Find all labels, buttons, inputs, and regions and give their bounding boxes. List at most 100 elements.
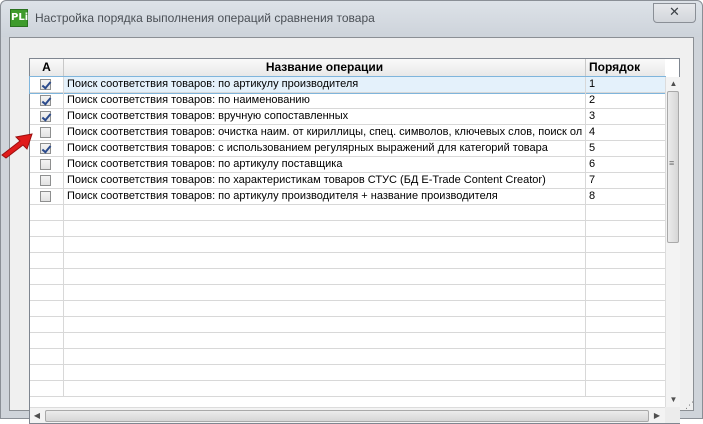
table-row[interactable]: Поиск соответствия товаров: вручную сопо… [30,109,665,125]
window-title: Настройка порядка выполнения операций ср… [35,11,375,25]
horizontal-scroll-thumb[interactable] [45,410,649,422]
empty-table-row[interactable] [30,269,665,285]
order-cell[interactable]: 5 [586,141,665,156]
order-cell[interactable] [586,237,665,252]
row-active-checkbox[interactable] [40,127,51,138]
horizontal-scrollbar[interactable]: ◀ ▶ [30,407,665,423]
active-cell [30,157,64,172]
active-cell [30,301,64,316]
thumb-grip-icon: ≡ [669,158,675,168]
table-row[interactable]: Поиск соответствия товаров: по артикулу … [30,157,665,173]
operation-name-cell[interactable] [64,349,586,364]
operation-name-cell[interactable] [64,365,586,380]
active-cell [30,173,64,188]
dialog-window: PLi Настройка порядка выполнения операци… [0,0,703,424]
order-cell[interactable]: 3 [586,109,665,124]
empty-table-row[interactable] [30,317,665,333]
table-row[interactable]: Поиск соответствия товаров: с использова… [30,141,665,157]
operation-name-cell[interactable]: Поиск соответствия товаров: по характери… [64,173,586,188]
scroll-up-icon[interactable]: ▲ [666,77,681,91]
order-cell[interactable] [586,317,665,332]
order-cell[interactable]: 4 [586,125,665,140]
empty-table-row[interactable] [30,301,665,317]
operation-name-cell[interactable]: Поиск соответствия товаров: с использова… [64,141,586,156]
row-active-checkbox[interactable] [40,111,51,122]
active-cell [30,205,64,220]
column-header-order[interactable]: Порядок [586,59,665,77]
order-cell[interactable]: 7 [586,173,665,188]
resize-grip-icon[interactable]: ⋰ [685,401,694,411]
order-cell[interactable]: 8 [586,189,665,204]
operation-name-cell[interactable] [64,333,586,348]
row-active-checkbox[interactable] [40,95,51,106]
empty-table-row[interactable] [30,237,665,253]
active-cell [30,125,64,140]
operation-name-cell[interactable] [64,301,586,316]
column-header-active[interactable]: A [30,59,64,77]
empty-table-row[interactable] [30,333,665,349]
empty-table-row[interactable] [30,349,665,365]
row-active-checkbox[interactable] [40,175,51,186]
order-cell[interactable]: 2 [586,93,665,108]
empty-table-row[interactable] [30,221,665,237]
empty-table-row[interactable] [30,285,665,301]
order-cell[interactable]: 6 [586,157,665,172]
active-cell [30,189,64,204]
operation-name-cell[interactable]: Поиск соответствия товаров: очистка наим… [64,125,586,140]
scroll-left-icon[interactable]: ◀ [30,409,44,423]
order-cell[interactable] [586,285,665,300]
order-cell[interactable] [586,381,665,396]
table-row[interactable]: Поиск соответствия товаров: по артикулу … [30,189,665,205]
operation-name-cell[interactable] [64,237,586,252]
row-active-checkbox[interactable] [40,143,51,154]
vertical-scroll-thumb[interactable]: ≡ [667,91,679,243]
table-row[interactable]: Поиск соответствия товаров: по артикулу … [29,76,666,94]
table-row[interactable]: Поиск соответствия товаров: очистка наим… [30,125,665,141]
operation-name-cell[interactable] [64,285,586,300]
order-cell[interactable] [586,253,665,268]
operation-name-cell[interactable] [64,205,586,220]
active-cell [30,93,64,108]
operation-name-cell[interactable]: Поиск соответствия товаров: по артикулу … [64,189,586,204]
close-button[interactable]: ✕ [653,3,696,23]
order-cell[interactable] [586,365,665,380]
operation-name-cell[interactable] [64,253,586,268]
order-cell[interactable] [586,269,665,284]
order-cell[interactable]: 1 [586,77,665,92]
operation-name-cell[interactable] [64,221,586,236]
order-cell[interactable] [586,349,665,364]
order-cell[interactable] [586,333,665,348]
operation-name-cell[interactable] [64,317,586,332]
row-active-checkbox[interactable] [40,79,51,90]
active-cell [30,253,64,268]
title-bar[interactable]: PLi Настройка порядка выполнения операци… [1,1,702,37]
empty-table-row[interactable] [30,253,665,269]
active-cell [30,269,64,284]
row-active-checkbox[interactable] [40,159,51,170]
order-cell[interactable] [586,205,665,220]
table-row[interactable]: Поиск соответствия товаров: по характери… [30,173,665,189]
empty-table-row[interactable] [30,365,665,381]
content-panel: A Название операции Порядок Поиск соотве… [9,37,694,424]
active-cell [30,237,64,252]
scroll-right-icon[interactable]: ▶ [650,409,664,423]
operation-name-cell[interactable] [64,269,586,284]
empty-table-row[interactable] [30,381,665,397]
operation-name-cell[interactable] [64,381,586,396]
active-cell [30,285,64,300]
column-header-name[interactable]: Название операции [64,59,586,77]
vertical-scrollbar[interactable]: ▲ ≡ ▼ [665,77,680,407]
operation-name-cell[interactable]: Поиск соответствия товаров: по наименова… [64,93,586,108]
active-cell [30,77,64,92]
empty-table-row[interactable] [30,205,665,221]
scroll-down-icon[interactable]: ▼ [666,393,681,407]
operation-name-cell[interactable]: Поиск соответствия товаров: по артикулу … [64,157,586,172]
operation-name-cell[interactable]: Поиск соответствия товаров: вручную сопо… [64,109,586,124]
active-cell [30,317,64,332]
order-cell[interactable] [586,301,665,316]
table-row[interactable]: Поиск соответствия товаров: по наименова… [30,93,665,109]
order-cell[interactable] [586,221,665,236]
grid-rows: Поиск соответствия товаров: по артикулу … [29,76,666,407]
operation-name-cell[interactable]: Поиск соответствия товаров: по артикулу … [64,77,586,92]
row-active-checkbox[interactable] [40,191,51,202]
